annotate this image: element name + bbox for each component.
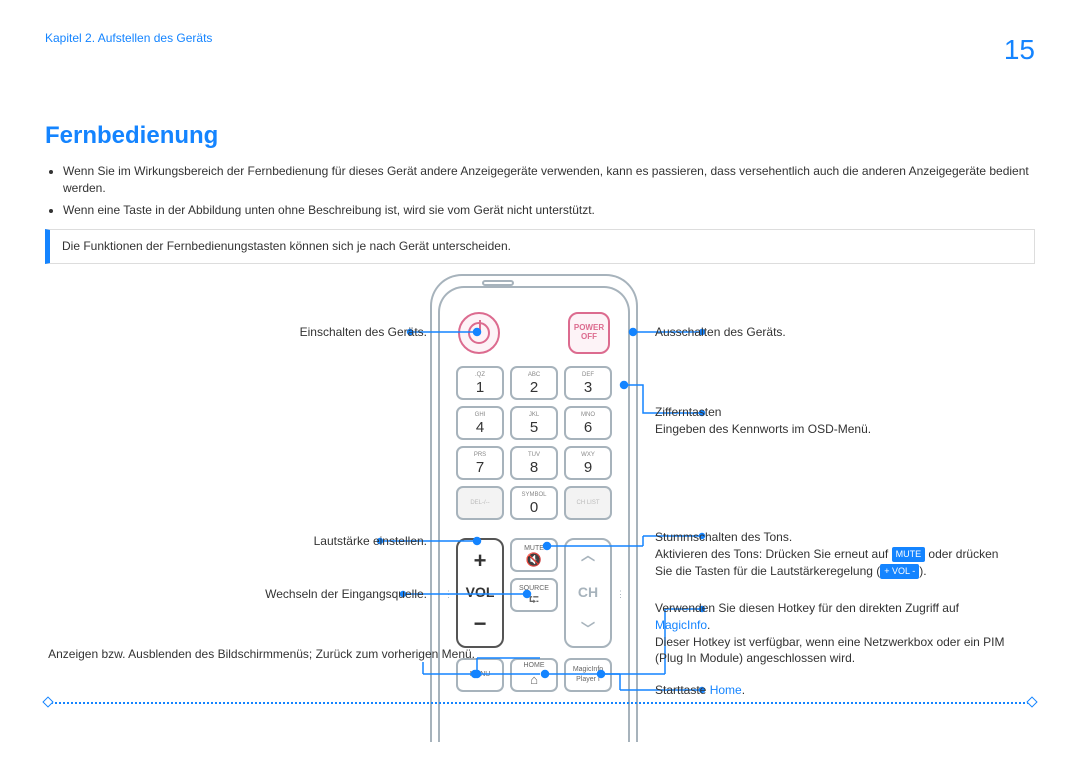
channel-down-icon: ﹀ (581, 620, 595, 640)
callout-mute-2: Aktivieren des Tons: Drücken Sie erneut … (655, 546, 1005, 580)
chapter-label: Kapitel 2. Aufstellen des Geräts (45, 30, 212, 47)
magicinfo-button[interactable]: MagicInfo Player I (564, 658, 612, 692)
channel-rocker[interactable]: ︿ CH ﹀ (564, 538, 612, 648)
volume-label: VOL (466, 583, 495, 603)
source-icon: ⮓ (529, 593, 539, 606)
source-button[interactable]: SOURCE ⮓ (510, 578, 558, 612)
channel-label: CH (578, 583, 598, 603)
keypad-key-chlist: CH LIST (564, 486, 612, 520)
callout-menu: Anzeigen bzw. Ausblenden des Bildschirmm… (48, 646, 475, 663)
callout-mute: Stummschalten des Tons. Aktivieren des T… (655, 529, 1005, 579)
bullet-1: Wenn Sie im Wirkungsbereich der Fernbedi… (63, 163, 1035, 197)
keypad-key-del: DEL-/-- (456, 486, 504, 520)
callout-home: Starttaste Home. (655, 682, 745, 699)
magicinfo-label-bottom: Player I (576, 675, 600, 685)
keypad-key-7[interactable]: PRS7 (456, 446, 504, 480)
menu-label: MENU (470, 670, 491, 680)
key-legend: CH LIST (576, 499, 599, 507)
key-number: 0 (530, 500, 538, 515)
note-box: Die Funktionen der Fernbedienungstasten … (45, 229, 1035, 264)
callout-volume: Lautstärke einstellen. (314, 533, 427, 550)
key-number: 4 (476, 420, 484, 435)
callout-digits-title: Zifferntasten (655, 404, 871, 421)
channel-up-icon: ︿ (581, 546, 595, 566)
key-number: 3 (584, 380, 592, 395)
keypad-key-4[interactable]: GHI4 (456, 406, 504, 440)
mute-icon: 🔇 (526, 553, 542, 566)
menu-button[interactable]: MENU (456, 658, 504, 692)
callout-mute-1: Stummschalten des Tons. (655, 529, 1005, 546)
home-label: HOME (524, 661, 545, 671)
callout-digits-body: Eingeben des Kennworts im OSD-Menü. (655, 421, 871, 438)
callout-magicinfo-body: Dieser Hotkey ist verfügbar, wenn eine N… (655, 634, 1005, 668)
keypad-key-6[interactable]: MNO6 (564, 406, 612, 440)
mute-button[interactable]: MUTE 🔇 (510, 538, 558, 572)
home-link[interactable]: Home (710, 683, 742, 697)
power-off-button[interactable]: POWER OFF (568, 312, 610, 354)
key-number: 2 (530, 380, 538, 395)
power-icon (468, 322, 490, 344)
keypad: .QZ1ABC2DEF3 GHI4JKL5MNO6 PRS7TUV8WXY9 DEL-… (456, 366, 612, 520)
keypad-key-0[interactable]: SYMBOL0 (510, 486, 558, 520)
key-number: 6 (584, 420, 592, 435)
keypad-key-3[interactable]: DEF3 (564, 366, 612, 400)
key-number: 9 (584, 460, 592, 475)
callout-magicinfo: Verwenden Sie diesen Hotkey für den dire… (655, 600, 1005, 667)
callout-power-off: Ausschalten des Geräts. (655, 324, 786, 341)
keypad-key-2[interactable]: ABC2 (510, 366, 558, 400)
volume-down-icon: − (474, 609, 487, 640)
keypad-key-8[interactable]: TUV8 (510, 446, 558, 480)
keypad-key-5[interactable]: JKL5 (510, 406, 558, 440)
section-divider-icon (48, 702, 1032, 704)
intro-bullets: Wenn Sie im Wirkungsbereich der Fernbedi… (45, 163, 1035, 219)
page-number: 15 (1004, 30, 1035, 69)
callout-power-on: Einschalten des Geräts. (300, 324, 427, 341)
brail-dots-icon: ⋮ (616, 588, 626, 601)
section-title: Fernbedienung (45, 119, 1080, 153)
key-legend: DEL-/-- (470, 499, 489, 507)
volume-rocker[interactable]: + VOL − (456, 538, 504, 648)
key-number: 1 (476, 380, 484, 395)
power-off-label-bottom: OFF (581, 333, 597, 342)
keypad-key-1[interactable]: .QZ1 (456, 366, 504, 400)
volume-up-icon: + (474, 546, 487, 577)
vol-badge: + VOL - (880, 564, 919, 579)
magicinfo-label-top: MagicInfo (573, 665, 603, 675)
magicinfo-link[interactable]: MagicInfo (655, 618, 707, 632)
remote-inner-outline: POWER OFF .QZ1ABC2DEF3 GHI4JKL5MNO6 PRS7TU… (438, 286, 630, 742)
key-number: 8 (530, 460, 538, 475)
callout-digits: Zifferntasten Eingeben des Kennworts im … (655, 404, 871, 438)
keypad-key-9[interactable]: WXY9 (564, 446, 612, 480)
home-button[interactable]: HOME ⌂ (510, 658, 558, 692)
power-on-button[interactable] (458, 312, 500, 354)
callout-source: Wechseln der Eingangsquelle. (265, 586, 427, 603)
home-icon: ⌂ (530, 671, 538, 689)
mute-badge: MUTE (892, 547, 926, 562)
bullet-2: Wenn eine Taste in der Abbildung unten o… (63, 202, 1035, 219)
key-number: 7 (476, 460, 484, 475)
brail-dots-icon: ⋮ (444, 588, 454, 601)
key-number: 5 (530, 420, 538, 435)
